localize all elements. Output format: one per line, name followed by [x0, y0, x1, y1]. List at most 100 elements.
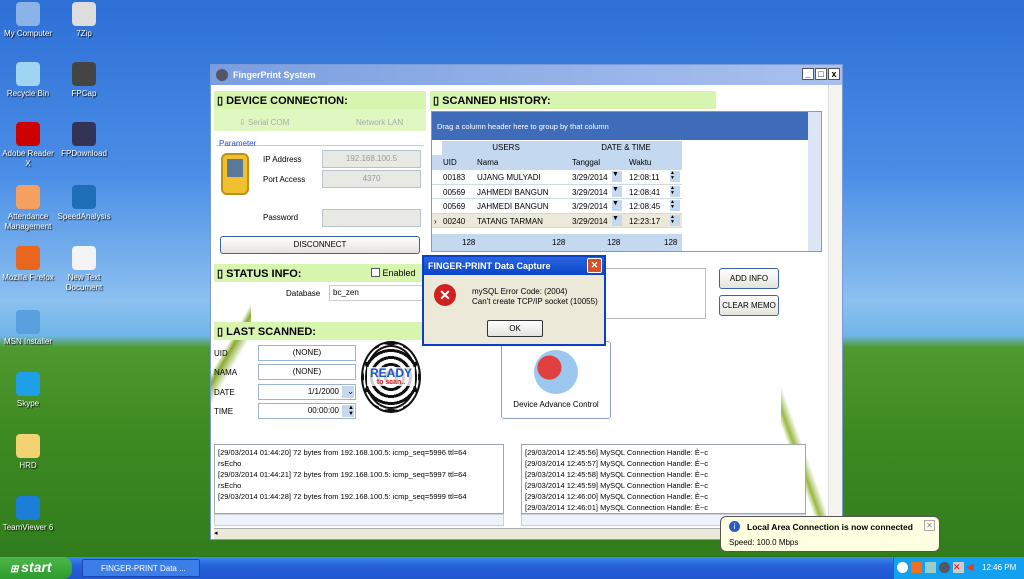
desktop-icon-label: Skype: [16, 399, 40, 408]
table-cell: 3/29/2014: [572, 173, 608, 182]
time-spinner[interactable]: 00:00:00 ▲ ▼: [258, 403, 356, 419]
mysql-log[interactable]: [29/03/2014 12:45:56] MySQL Connection H…: [521, 444, 806, 514]
tab-serial-com[interactable]: ⇩ Serial COM: [239, 118, 289, 127]
table-cell: JAHMEDI BANGUN: [477, 187, 549, 197]
add-info-button[interactable]: ADD INFO: [719, 268, 779, 289]
clock[interactable]: 12:46 PM: [982, 563, 1016, 572]
uid-field[interactable]: (NONE): [258, 345, 356, 361]
dropdown-icon[interactable]: ▼: [612, 171, 622, 182]
dialog-title-bar[interactable]: FINGER-PRINT Data Capture ✕: [424, 257, 604, 275]
spinner-icon[interactable]: ▲ ▼: [670, 214, 680, 226]
tab-network-lan[interactable]: Network LAN: [356, 118, 403, 127]
chevron-down-icon[interactable]: ⌄: [342, 386, 354, 398]
last-scanned-header: ▯ LAST SCANNED:: [214, 322, 426, 340]
col-tanggal[interactable]: Tanggal: [572, 158, 600, 167]
spinner-icon[interactable]: ▲ ▼: [670, 200, 680, 211]
title-bar[interactable]: FingerPrint System _ □ x: [211, 65, 842, 85]
dialog-close-button[interactable]: ✕: [587, 258, 602, 273]
desktop-icon[interactable]: FPDownload: [56, 122, 112, 159]
desktop-icon-label: HRD: [19, 461, 37, 470]
database-input[interactable]: bc_zen: [329, 285, 426, 301]
ping-log-hscroll[interactable]: [214, 514, 504, 526]
log-line: [29/03/2014 12:45:58] MySQL Connection H…: [525, 470, 708, 479]
desktop-icon-label: SpeedAnalysis: [57, 212, 111, 221]
minimize-button[interactable]: _: [802, 68, 814, 80]
network-icon[interactable]: [925, 562, 936, 573]
notification-balloon[interactable]: i Local Area Connection is now connected…: [720, 516, 940, 552]
dropdown-icon[interactable]: ▼: [612, 185, 622, 197]
desktop-icon-label: 7Zip: [76, 29, 92, 38]
enabled-checkbox[interactable]: Enabled: [371, 268, 416, 278]
desktop-icon[interactable]: Skype: [0, 372, 56, 409]
disconnect-button[interactable]: DISCONNECT: [220, 236, 420, 254]
grid-vscroll[interactable]: [808, 112, 821, 251]
balloon-title: Local Area Connection is now connected: [747, 522, 913, 532]
error-icon: ✕: [434, 284, 456, 306]
desktop-icon[interactable]: TeamViewer 6: [0, 496, 56, 533]
footer-tanggal: 128: [607, 238, 621, 247]
fingerprint-tray-icon[interactable]: [939, 562, 950, 573]
volume-icon[interactable]: ◀: [966, 562, 974, 573]
maximize-button[interactable]: □: [815, 68, 827, 80]
spinner-icon[interactable]: ▲ ▼: [342, 405, 354, 417]
desktop-icon[interactable]: HRD: [0, 434, 56, 471]
column-headers: UID Nama Tanggal Waktu: [432, 155, 682, 170]
dropdown-icon[interactable]: ▼: [612, 214, 622, 226]
desktop-icon[interactable]: SpeedAnalysis: [56, 185, 112, 222]
table-row[interactable]: 00569 JAHMEDI BANGUN 3/29/2014 12:08:41 ▼ ▲ ▼: [432, 185, 682, 199]
serial-icon: ⇩: [239, 118, 248, 127]
log-line: [29/03/2014 12:46:01] MySQL Connection H…: [525, 503, 708, 512]
desktop-icon[interactable]: New Text Document: [56, 246, 112, 293]
close-button[interactable]: x: [828, 68, 840, 80]
col-nama[interactable]: Nama: [477, 158, 498, 167]
log-line: [29/03/2014 01:44:21] 72 bytes from 192.…: [218, 470, 467, 479]
table-row[interactable]: 00183 UJANG MULYADI 3/29/2014 12:08:11 ▼ ▲ ▼: [432, 170, 682, 185]
nama-field[interactable]: (NONE): [258, 364, 356, 380]
desktop-icon-label: FPCap: [71, 89, 97, 98]
log-line: [29/03/2014 12:45:57] MySQL Connection H…: [525, 459, 708, 468]
band-users: USERS: [442, 141, 570, 155]
tray-expand-icon[interactable]: [897, 562, 908, 573]
spinner-icon[interactable]: ▲ ▼: [670, 185, 680, 197]
desktop-icon[interactable]: MSN Installer: [0, 310, 56, 347]
dropdown-icon[interactable]: ▼: [612, 200, 622, 211]
password-label: Password: [263, 213, 299, 222]
spinner-icon[interactable]: ▲ ▼: [670, 171, 680, 182]
col-uid[interactable]: UID: [443, 158, 457, 167]
desktop-icon-label: TeamViewer 6: [2, 523, 54, 532]
clear-memo-button[interactable]: CLEAR MEMO: [719, 295, 779, 316]
table-cell: 00183: [443, 173, 466, 182]
start-button[interactable]: ⊞ start: [0, 557, 72, 579]
desktop-icon[interactable]: FPCap: [56, 62, 112, 99]
device-advance-control-button[interactable]: Device Advance Control: [501, 341, 611, 419]
nama-label: NAMA: [214, 368, 238, 377]
table-row[interactable]: 00569 JAHMEDI BANGUN 3/29/2014 12:08:45 ▼ ▲ ▼: [432, 199, 682, 214]
desktop-icon[interactable]: 7Zip: [56, 2, 112, 39]
col-waktu[interactable]: Waktu: [629, 158, 651, 167]
desktop-icon[interactable]: Mozilla Firefox: [0, 246, 56, 283]
ping-log[interactable]: [29/03/2014 01:44:20] 72 bytes from 192.…: [214, 444, 504, 514]
taskbar: ⊞ start FINGER-PRINT Data ... ✕ ◀ 12:46 …: [0, 557, 1024, 579]
tray-app-icon[interactable]: [911, 562, 922, 573]
port-access-label: Port Access: [263, 175, 306, 184]
window-scrollbar[interactable]: [828, 85, 842, 528]
desktop-icon[interactable]: Adobe Reader X: [0, 122, 56, 169]
table-cell: TATANG TARMAN: [477, 216, 543, 226]
port-access-input[interactable]: 4370: [322, 170, 421, 188]
memo-box[interactable]: [601, 268, 706, 319]
desktop-icon[interactable]: Attendance Management: [0, 185, 56, 232]
ip-address-input[interactable]: 192.168.100.5: [322, 150, 421, 168]
taskbar-item-fingerprint[interactable]: FINGER-PRINT Data ...: [82, 559, 200, 577]
desktop-app-icon: [72, 122, 96, 146]
dialog-title: FINGER-PRINT Data Capture: [428, 261, 551, 271]
network-disconnected-icon[interactable]: ✕: [953, 562, 964, 573]
balloon-close-button[interactable]: ✕: [924, 520, 935, 531]
ok-button[interactable]: OK: [487, 320, 543, 337]
password-input[interactable]: [322, 209, 421, 227]
desktop-icon[interactable]: Recycle Bin: [0, 62, 56, 99]
table-cell: 00569: [443, 202, 466, 211]
desktop-icon[interactable]: My Computer: [0, 2, 56, 39]
table-row[interactable]: › 00240 TATANG TARMAN 3/29/2014 12:23:17 ▼ ▲ ▼: [432, 213, 682, 228]
desktop-icon-label: New Text Document: [65, 273, 103, 292]
date-picker[interactable]: 1/1/2000 ⌄: [258, 384, 356, 400]
